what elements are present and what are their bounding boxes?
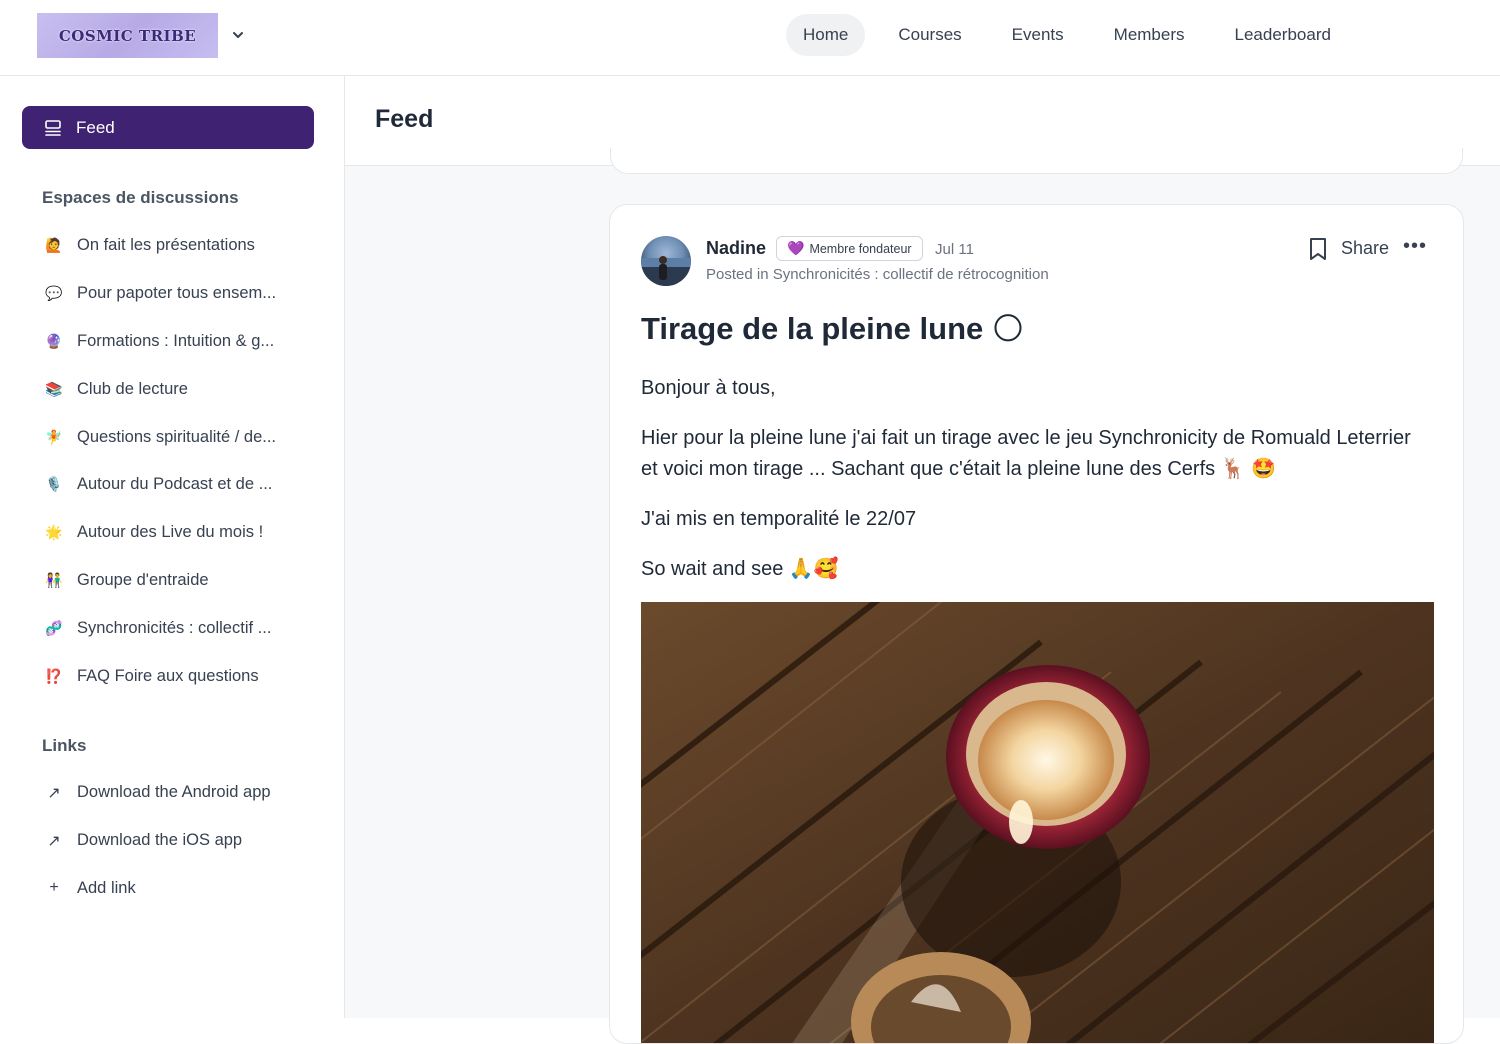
post-date[interactable]: Jul 11	[935, 241, 974, 258]
post-title: Tirage de la pleine lune 🌕	[641, 311, 1025, 346]
previous-post-card	[610, 148, 1463, 174]
link-ios-app[interactable]: ↗ Download the iOS app	[42, 817, 332, 865]
spaces-section-title: Espaces de discussions	[42, 188, 239, 207]
links-section-title: Links	[42, 736, 87, 755]
more-options-icon[interactable]: •••	[1403, 235, 1427, 258]
exclamation-question-icon: ⁉️	[45, 667, 63, 684]
sidebar-item-presentations[interactable]: 🙋 On fait les présentations	[42, 222, 332, 270]
sidebar-item-club-lecture[interactable]: 📚 Club de lecture	[42, 365, 332, 413]
link-label: Add link	[77, 878, 136, 897]
main-content: Feed Nadine 💜 Membre fondateur Jul 11 Po…	[345, 76, 1500, 1044]
feed-icon	[45, 119, 61, 136]
sidebar-item-formations[interactable]: 🔮 Formations : Intuition & g...	[42, 318, 332, 366]
sidebar-item-label: Club de lecture	[77, 379, 188, 398]
avatar-photo	[641, 256, 691, 286]
sidebar-item-label: Groupe d'entraide	[77, 570, 209, 589]
link-android-app[interactable]: ↗ Download the Android app	[42, 769, 332, 817]
plus-icon: +	[49, 879, 59, 897]
raising-hand-icon: 🙋	[45, 237, 63, 254]
logo-text: COSMIC TRIBE	[58, 26, 197, 45]
glowing-star-icon: 🌟	[45, 524, 63, 541]
microphone-icon: 🎙️	[45, 476, 63, 493]
add-link-button[interactable]: + Add link	[42, 865, 332, 913]
share-button[interactable]: Share	[1341, 238, 1389, 259]
spaces-list: 🙋 On fait les présentations 💬 Pour papoter…	[42, 222, 332, 700]
sidebar: Feed Espaces de discussions 🙋 On fait les…	[0, 76, 345, 1018]
people-icon: 👫	[45, 571, 63, 588]
sidebar-item-label: Questions spiritualité / de...	[77, 427, 277, 446]
bookmark-icon[interactable]	[1307, 237, 1329, 261]
member-badge: 💜 Membre fondateur	[776, 236, 923, 261]
link-label: Download the iOS app	[77, 831, 243, 850]
sidebar-item-label: Autour des Live du mois !	[77, 523, 264, 542]
post-image[interactable]	[641, 602, 1434, 1043]
fairy-icon: 🧚	[45, 428, 63, 445]
page-title: Feed	[375, 105, 434, 133]
sidebar-item-label: Formations : Intuition & g...	[77, 331, 275, 350]
sidebar-item-live[interactable]: 🌟 Autour des Live du mois !	[42, 509, 332, 557]
chevron-down-icon[interactable]	[230, 27, 246, 43]
badge-label: Membre fondateur	[809, 241, 912, 256]
nav-members[interactable]: Members	[1097, 14, 1202, 56]
speech-bubble-icon: 💬	[45, 285, 63, 302]
post-author[interactable]: Nadine	[706, 238, 766, 259]
external-link-icon: ↗	[47, 832, 61, 850]
link-label: Download the Android app	[77, 783, 271, 802]
post-card: Nadine 💜 Membre fondateur Jul 11 Posted …	[609, 204, 1464, 1044]
post-paragraph: J'ai mis en temporalité le 22/07	[641, 508, 917, 530]
top-bar: COSMIC TRIBE Home Courses Events Members…	[0, 0, 1500, 76]
nav-leaderboard[interactable]: Leaderboard	[1218, 14, 1348, 56]
sidebar-item-faq[interactable]: ⁉️ FAQ Foire aux questions	[42, 652, 332, 700]
top-nav: Home Courses Events Members Leaderboard	[786, 14, 1360, 56]
sidebar-item-synchronicites[interactable]: 🧬 Synchronicités : collectif ...	[42, 604, 332, 652]
community-logo[interactable]: COSMIC TRIBE	[37, 13, 218, 58]
post-body: Bonjour à tous, Hier pour la pleine lune…	[641, 373, 1431, 604]
books-icon: 📚	[45, 380, 63, 397]
sidebar-item-label: Synchronicités : collectif ...	[77, 618, 272, 637]
sidebar-item-podcast[interactable]: 🎙️ Autour du Podcast et de ...	[42, 461, 332, 509]
sidebar-item-label: On fait les présentations	[77, 236, 255, 255]
sidebar-item-label: Autour du Podcast et de ...	[77, 475, 273, 494]
external-link-icon: ↗	[47, 784, 61, 802]
sidebar-item-label: Pour papoter tous ensem...	[77, 284, 277, 303]
avatar[interactable]	[641, 236, 691, 286]
purple-heart-icon: 💜	[787, 240, 805, 256]
post-paragraph: Bonjour à tous,	[641, 377, 776, 399]
post-paragraph: Hier pour la pleine lune j'ai fait un ti…	[641, 427, 1411, 480]
post-paragraph: So wait and see 🙏🥰	[641, 558, 839, 580]
sidebar-item-entraide[interactable]: 👫 Groupe d'entraide	[42, 557, 332, 605]
crystal-ball-icon: 🔮	[45, 332, 63, 349]
sidebar-item-questions[interactable]: 🧚 Questions spiritualité / de...	[42, 413, 332, 461]
sidebar-item-papoter[interactable]: 💬 Pour papoter tous ensem...	[42, 270, 332, 318]
sidebar-item-label: FAQ Foire aux questions	[77, 666, 259, 685]
sidebar-item-feed[interactable]: Feed	[22, 106, 314, 149]
links-list: ↗ Download the Android app ↗ Download the …	[42, 769, 332, 912]
nav-home[interactable]: Home	[786, 14, 866, 56]
nav-courses[interactable]: Courses	[881, 14, 978, 56]
sidebar-item-label: Feed	[76, 117, 115, 137]
nav-events[interactable]: Events	[995, 14, 1081, 56]
posted-in-space[interactable]: Posted in Synchronicités : collectif de …	[706, 266, 1049, 283]
dna-icon: 🧬	[45, 619, 63, 636]
